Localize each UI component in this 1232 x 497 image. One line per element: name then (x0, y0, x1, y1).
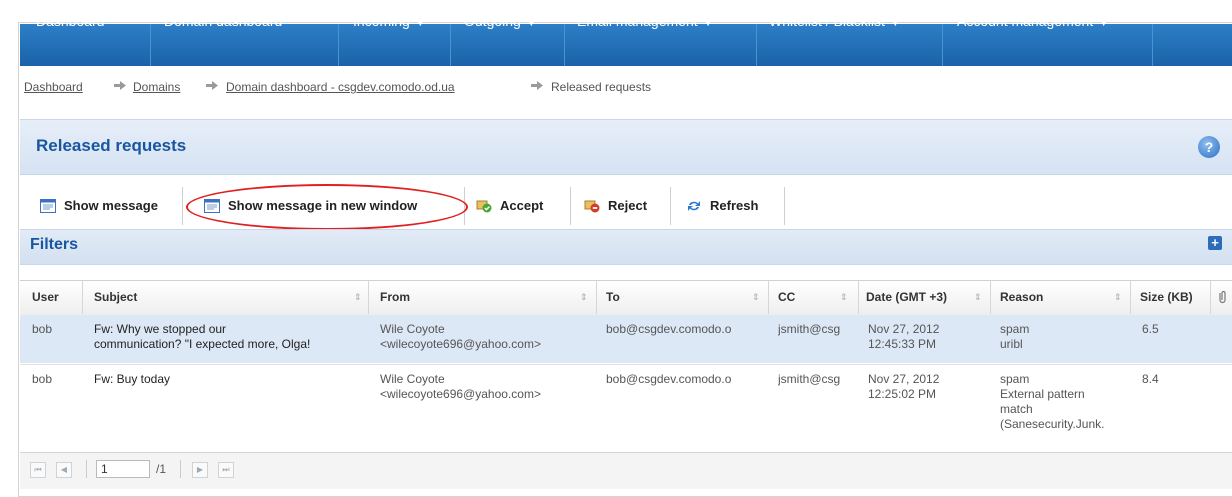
nav-separator (756, 24, 757, 66)
toolbar-separator (670, 187, 671, 225)
last-page-icon[interactable]: ⏭ (218, 462, 234, 478)
breadcrumb-dashboard[interactable]: Dashboard (24, 80, 83, 94)
column-header-user[interactable]: User (32, 280, 59, 314)
breadcrumb-domains[interactable]: Domains (133, 80, 180, 94)
column-header-subject[interactable]: Subject (94, 280, 137, 314)
highlight-annotation (186, 184, 468, 230)
title-panel (20, 119, 1232, 175)
nav-separator (1152, 24, 1153, 66)
pager-separator (86, 460, 87, 478)
cell-reason: spam uribl (1000, 322, 1030, 351)
nav-whitelist-blacklist[interactable]: Whitelist / Blacklist ▼ (769, 0, 900, 42)
page-number-input[interactable]: 1 (96, 460, 150, 478)
filters-panel[interactable] (20, 229, 1232, 265)
cell-subject: Fw: Why we stopped our communication? "I … (94, 322, 311, 351)
cell-from: Wile Coyote <wilecoyote696@yahoo.com> (380, 372, 541, 401)
toolbar-separator (570, 187, 571, 225)
column-divider (368, 280, 369, 314)
chevron-down-icon: ▼ (415, 18, 425, 28)
cell-date: Nov 27, 2012 12:25:02 PM (868, 372, 940, 401)
cell-cc: jsmith@csg (778, 322, 841, 336)
nav-separator (338, 24, 339, 66)
cell-to: bob@csgdev.comodo.o (606, 322, 732, 336)
arrow-right-icon (114, 81, 126, 90)
nav-separator (942, 24, 943, 66)
help-icon[interactable]: ? (1198, 136, 1220, 158)
nav-email-management[interactable]: Email management ▼ (577, 0, 713, 42)
cell-cc: jsmith@csg (778, 372, 841, 386)
nav-separator (450, 24, 451, 66)
column-header-to[interactable]: To (606, 280, 620, 314)
first-page-icon[interactable]: ⏮ (30, 462, 46, 478)
message-window-icon (40, 198, 56, 213)
nav-separator (564, 24, 565, 66)
sort-icon[interactable]: ⇕ (1114, 292, 1122, 303)
cell-user: bob (32, 322, 53, 336)
nav-incoming[interactable]: Incoming ▼ (353, 0, 425, 42)
column-divider (1210, 280, 1211, 314)
cell-date: Nov 27, 2012 12:45:33 PM (868, 322, 940, 351)
column-header-date[interactable]: Date (GMT +3) (866, 280, 947, 314)
expand-icon[interactable]: + (1208, 236, 1222, 250)
chevron-down-icon: ▼ (890, 18, 900, 28)
column-divider (1130, 280, 1131, 314)
chevron-down-icon: ▼ (703, 18, 713, 28)
accept-button[interactable]: Accept (476, 187, 543, 225)
reject-icon (584, 200, 600, 213)
sort-icon[interactable]: ⇕ (580, 292, 588, 303)
page-title: Released requests (36, 136, 187, 155)
column-divider (82, 280, 83, 314)
cell-to: bob@csgdev.comodo.o (606, 372, 732, 386)
toolbar-separator (182, 187, 183, 225)
arrow-right-icon (531, 81, 543, 90)
column-divider (858, 280, 859, 314)
show-message-button[interactable]: Show message (40, 187, 158, 225)
reject-button[interactable]: Reject (584, 187, 647, 225)
cell-reason: spam External pattern match (Sanesecurity.J… (1000, 372, 1105, 431)
attachment-icon (1219, 290, 1226, 304)
table-header (20, 280, 1232, 316)
page-total: /1 (156, 462, 167, 476)
filters-title: Filters (30, 236, 79, 253)
column-header-size[interactable]: Size (KB) (1140, 280, 1193, 314)
accept-icon (476, 200, 492, 213)
refresh-icon (688, 200, 700, 211)
chevron-down-icon: ▼ (1099, 18, 1109, 28)
nav-dashboard[interactable]: Dashboard (36, 0, 105, 42)
pager-separator (180, 460, 181, 478)
cell-from: Wile Coyote <wilecoyote696@yahoo.com> (380, 322, 541, 351)
cell-subject: Fw: Buy today (94, 372, 171, 386)
nav-separator (150, 24, 151, 66)
arrow-right-icon (206, 81, 218, 90)
nav-outgoing[interactable]: Outgoing ▼ (464, 0, 536, 42)
nav-account-management[interactable]: Account management ▼ (957, 0, 1108, 42)
sort-icon[interactable]: ⇕ (752, 292, 760, 303)
column-header-reason[interactable]: Reason (1000, 280, 1043, 314)
refresh-button[interactable]: Refresh (686, 187, 758, 225)
sort-icon[interactable]: ⇕ (354, 292, 362, 303)
column-header-cc[interactable]: CC (778, 280, 795, 314)
chevron-down-icon: ▼ (526, 18, 536, 28)
nav-domain-dashboard[interactable]: Domain dashboard (164, 0, 282, 42)
sort-icon[interactable]: ⇕ (840, 292, 848, 303)
cell-size: 6.5 (1142, 322, 1159, 336)
breadcrumb-domain-dashboard[interactable]: Domain dashboard - csgdev.comodo.od.ua (226, 80, 455, 94)
column-divider (596, 280, 597, 314)
next-page-icon[interactable]: ▶ (192, 462, 208, 478)
cell-size: 8.4 (1142, 372, 1159, 386)
sort-icon[interactable]: ⇕ (974, 292, 982, 303)
column-header-from[interactable]: From (380, 280, 410, 314)
breadcrumb-current: Released requests (551, 80, 652, 94)
prev-page-icon[interactable]: ◀ (56, 462, 72, 478)
column-divider (990, 280, 991, 314)
cell-user: bob (32, 372, 53, 386)
toolbar-separator (784, 187, 785, 225)
column-divider (768, 280, 769, 314)
